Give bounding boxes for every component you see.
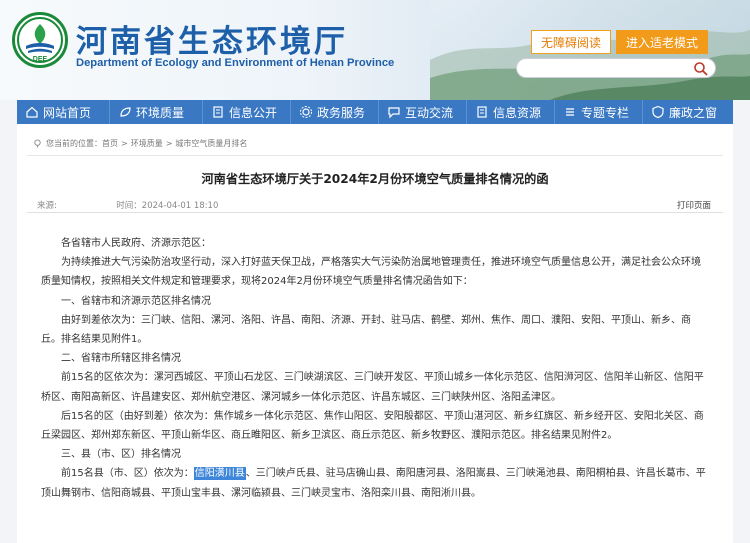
nav-item-label: 政务服务 (317, 105, 366, 120)
breadcrumb-divider (27, 155, 723, 156)
county-prefix: 前15名县（市、区）依次为： (61, 468, 194, 480)
leaf-icon (120, 107, 131, 117)
paragraph-intro: 为持续推进大气污染防治攻坚行动，深入打好蓝天保卫战，严格落实大气污染防治属地管理… (41, 257, 701, 288)
breadcrumb-separator: > (165, 138, 173, 148)
paragraph-district-top15: 前15名的区依次为：漯河西城区、平顶山石龙区、三门峡湖滨区、三门峡开发区、平顶山… (41, 372, 704, 403)
nav-item-label: 环境质量 (136, 105, 185, 120)
nav-item-special-topics[interactable]: 专题专栏 (555, 100, 643, 124)
article-title: 河南省生态环境厅关于2024年2月份环境空气质量排名情况的函 (201, 172, 549, 186)
search-input[interactable] (516, 58, 716, 78)
nav-item-interaction[interactable]: 互动交流 (379, 100, 467, 124)
gear-icon (300, 106, 312, 118)
publish-time: 时间：2024-04-01 18:10 (116, 201, 219, 211)
breadcrumb-env-quality[interactable]: 环境质量 (131, 138, 163, 149)
breadcrumb-home[interactable]: 首页 (102, 138, 118, 149)
elder-mode-button[interactable]: 进入适老模式 (616, 30, 708, 54)
nav-item-environment-quality[interactable]: 环境质量 (110, 100, 203, 124)
site-subtitle: Department of Ecology and Environment of… (76, 57, 395, 69)
home-icon (26, 106, 38, 118)
paragraph-city-ranking: 由好到差依次为：三门峡、信阳、漯河、洛阳、许昌、南阳、济源、开封、驻马店、鹤壁、… (41, 314, 691, 346)
source-label: 来源: (37, 201, 57, 211)
document-icon (477, 106, 487, 118)
search-icon[interactable] (693, 61, 709, 77)
section-heading-2: 二、省辖市所辖区排名情况 (61, 353, 181, 365)
site-title: 河南省生态环境厅 (76, 24, 348, 60)
chat-icon (388, 107, 400, 119)
paragraph-district-bottom15: 后15名的区（由好到差）依次为：焦作城乡一体化示范区、焦作山阳区、安阳殷都区、平… (41, 410, 704, 442)
selected-text-highlight[interactable]: 信阳潢川县 (193, 467, 246, 481)
main-nav: 网站首页 环境质量 信息公开 政务服务 互动交流 信息资源 专题专栏 廉政之窗 (17, 100, 733, 124)
location-icon (34, 138, 41, 148)
nav-item-info-disclosure[interactable]: 信息公开 (203, 100, 291, 124)
nav-item-label: 信息资源 (493, 105, 542, 120)
breadcrumb: 您当前的位置： 首页 > 环境质量 > 城市空气质量月排名 (17, 134, 733, 152)
print-page-link[interactable]: 打印页面 (677, 199, 711, 211)
dee-emblem-icon: DEE (17, 17, 63, 63)
logo-text: DEE (33, 56, 48, 63)
nav-item-label: 互动交流 (405, 105, 454, 120)
document-icon (213, 106, 223, 118)
nav-item-label: 专题专栏 (581, 105, 630, 120)
breadcrumb-separator: > (121, 138, 128, 148)
meta-divider (27, 212, 723, 213)
site-logo[interactable]: DEE (12, 12, 68, 68)
breadcrumb-city-air-ranking[interactable]: 城市空气质量月排名 (175, 138, 247, 149)
shield-icon (652, 105, 664, 119)
main-content: 您当前的位置： 首页 > 环境质量 > 城市空气质量月排名 河南省生态环境厅关于… (17, 124, 733, 543)
nav-item-label: 信息公开 (229, 105, 278, 120)
nav-item-integrity-window[interactable]: 廉政之窗 (643, 100, 733, 124)
article-body: 各省辖市人民政府、济源示范区： 为持续推进大气污染防治攻坚行动，深入打好蓝天保卫… (41, 234, 709, 503)
accessibility-reading-button[interactable]: 无障碍阅读 (531, 30, 611, 54)
nav-item-label: 网站首页 (43, 105, 92, 120)
list-icon (566, 108, 574, 116)
article-meta: 来源: 时间：2024-04-01 18:10 (37, 199, 218, 211)
nav-item-government-service[interactable]: 政务服务 (291, 100, 379, 124)
nav-item-label: 廉政之窗 (669, 105, 718, 120)
paragraph-salutation: 各省辖市人民政府、济源示范区： (61, 238, 211, 249)
breadcrumb-prefix: 您当前的位置： (46, 138, 102, 148)
section-heading-3: 三、县（市、区）排名情况 (61, 449, 181, 461)
paragraph-county-top15: 前15名县（市、区）依次为：信阳潢川县、三门峡卢氏县、驻马店确山县、南阳唐河县、… (41, 464, 709, 502)
nav-item-info-resources[interactable]: 信息资源 (467, 100, 555, 124)
site-header: DEE 河南省生态环境厅 Department of Ecology and E… (0, 0, 750, 100)
section-heading-1: 一、省辖市和济源示范区排名情况 (61, 295, 211, 307)
nav-item-home[interactable]: 网站首页 (17, 100, 110, 124)
